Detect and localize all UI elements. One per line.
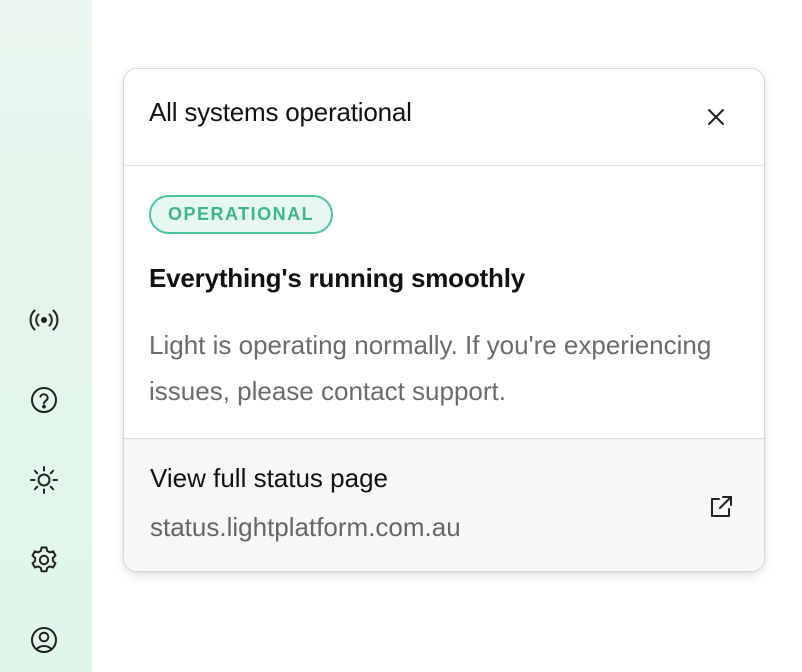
account-button[interactable] [22, 618, 66, 662]
close-button[interactable] [700, 101, 732, 133]
account-icon [31, 627, 57, 653]
status-headline: Everything's running smoothly [149, 263, 525, 293]
broadcast-icon [29, 309, 59, 331]
gear-icon [31, 546, 57, 573]
close-icon [708, 109, 724, 125]
settings-button[interactable] [22, 538, 66, 582]
view-status-page-link[interactable]: View full status page status.lightplatfo… [124, 438, 764, 571]
help-button[interactable] [22, 378, 66, 422]
status-page-url: status.lightplatform.com.au [150, 512, 461, 542]
external-link-icon [711, 496, 732, 517]
status-broadcast-button[interactable] [22, 298, 66, 342]
help-icon [31, 387, 57, 413]
sun-icon [30, 466, 58, 494]
status-description: Light is operating normally. If you're e… [149, 330, 712, 406]
theme-toggle-button[interactable] [22, 458, 66, 502]
popover-header: All systems operational [124, 69, 764, 166]
sidebar [0, 0, 92, 672]
status-popover: All systems operational OPERATIONAL Ever… [123, 68, 765, 572]
status-badge: OPERATIONAL [149, 195, 334, 234]
popover-title: All systems operational [149, 97, 412, 127]
status-page-link-title: View full status page [150, 463, 388, 493]
